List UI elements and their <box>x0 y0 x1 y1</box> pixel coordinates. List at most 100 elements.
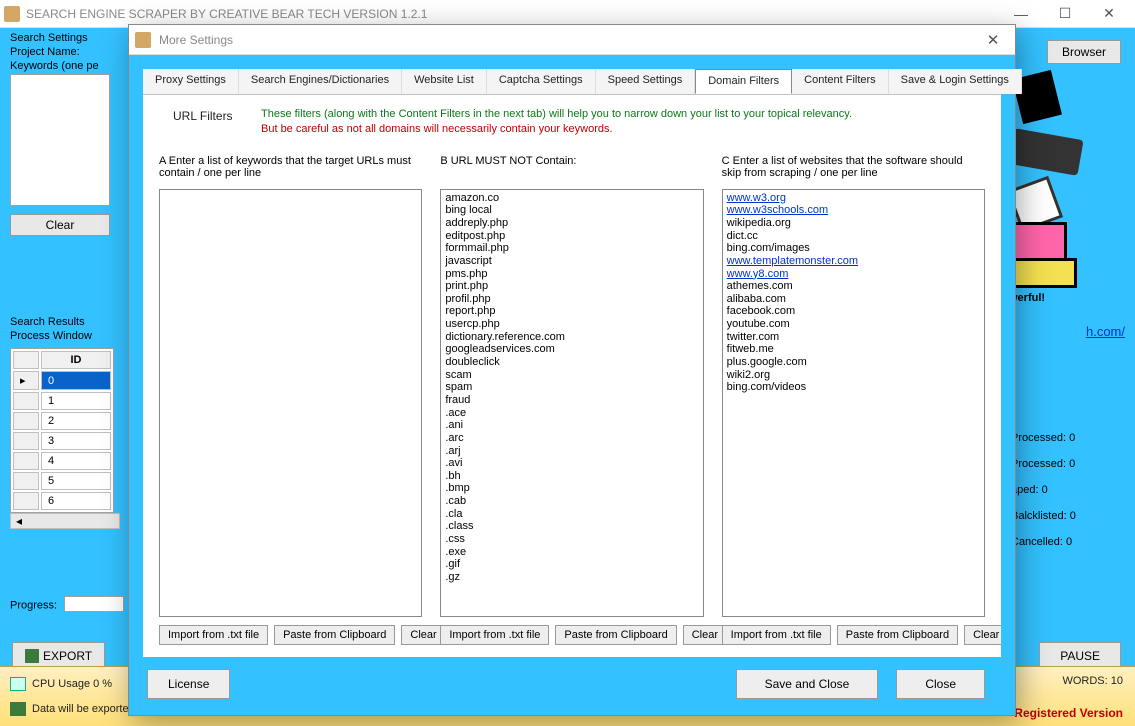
progress-field[interactable] <box>64 596 124 612</box>
list-item[interactable]: javascript <box>445 255 698 268</box>
col-c-import-button[interactable]: Import from .txt file <box>722 625 831 645</box>
list-item[interactable]: .cla <box>445 508 698 521</box>
list-item[interactable]: youtube.com <box>727 318 980 331</box>
list-item[interactable]: twitter.com <box>727 331 980 344</box>
list-item[interactable]: facebook.com <box>727 305 980 318</box>
list-item[interactable]: bing local <box>445 204 698 217</box>
cpu-usage-label: CPU Usage 0 % <box>32 678 112 690</box>
list-item[interactable]: dict.cc <box>727 230 980 243</box>
column-b-listbox[interactable]: amazon.cobing localaddreply.phpeditpost.… <box>440 189 703 617</box>
tab-proxy-settings[interactable]: Proxy Settings <box>143 69 239 94</box>
tab-save-login-settings[interactable]: Save & Login Settings <box>889 69 1022 94</box>
close-button[interactable]: Close <box>896 669 985 699</box>
dialog-close-button[interactable]: ✕ <box>977 31 1009 49</box>
stats-scraped: aped: 0 <box>1011 484 1121 496</box>
list-item[interactable]: bing.com/videos <box>727 381 980 394</box>
column-c-label: C Enter a list of websites that the soft… <box>722 155 985 185</box>
clear-keywords-button[interactable]: Clear <box>10 214 110 236</box>
tab-strip: Proxy Settings Search Engines/Dictionari… <box>143 69 1001 95</box>
id-column-header[interactable]: ID <box>41 351 111 369</box>
list-item[interactable]: www.w3.org <box>727 192 980 205</box>
list-item[interactable]: wikipedia.org <box>727 217 980 230</box>
col-b-clear-button[interactable]: Clear <box>683 625 727 645</box>
stats-cancelled: Cancelled: 0 <box>1011 536 1121 548</box>
list-item[interactable]: www.w3schools.com <box>727 204 980 217</box>
list-item[interactable]: editpost.php <box>445 230 698 243</box>
list-item[interactable]: www.templatemonster.com <box>727 255 980 268</box>
cpu-icon <box>10 677 26 691</box>
list-item[interactable]: scam <box>445 369 698 382</box>
table-row[interactable]: 3 <box>41 432 111 450</box>
tab-speed-settings[interactable]: Speed Settings <box>596 69 696 94</box>
tab-website-list[interactable]: Website List <box>402 69 487 94</box>
list-item[interactable]: wiki2.org <box>727 369 980 382</box>
col-a-import-button[interactable]: Import from .txt file <box>159 625 268 645</box>
list-item[interactable]: www.y8.com <box>727 268 980 281</box>
table-row[interactable]: 5 <box>41 472 111 490</box>
column-c-listbox[interactable]: www.w3.orgwww.w3schools.comwikipedia.org… <box>722 189 985 617</box>
list-item[interactable]: spam <box>445 381 698 394</box>
registered-version-label: Registered Version <box>1014 706 1123 720</box>
list-item[interactable]: .avi <box>445 457 698 470</box>
horizontal-scrollbar[interactable]: ◂ <box>10 513 120 529</box>
list-item[interactable]: print.php <box>445 280 698 293</box>
list-item[interactable]: profil.php <box>445 293 698 306</box>
excel-icon <box>25 649 39 663</box>
list-item[interactable]: .ani <box>445 419 698 432</box>
list-item[interactable]: bing.com/images <box>727 242 980 255</box>
column-a-listbox[interactable] <box>159 189 422 617</box>
list-item[interactable]: usercp.php <box>445 318 698 331</box>
list-item[interactable]: plus.google.com <box>727 356 980 369</box>
tab-domain-filters[interactable]: Domain Filters <box>695 69 792 94</box>
tab-content-filters[interactable]: Content Filters <box>792 69 889 94</box>
list-item[interactable]: doubleclick <box>445 356 698 369</box>
browser-button[interactable]: Browser <box>1047 40 1121 64</box>
save-and-close-button[interactable]: Save and Close <box>736 669 879 699</box>
license-button[interactable]: License <box>147 669 230 699</box>
search-results-legend: Search Results <box>10 316 120 328</box>
list-item[interactable]: fraud <box>445 394 698 407</box>
keywords-textbox[interactable] <box>10 74 110 206</box>
list-item[interactable]: .gif <box>445 558 698 571</box>
col-b-paste-button[interactable]: Paste from Clipboard <box>555 625 676 645</box>
tab-search-engines[interactable]: Search Engines/Dictionaries <box>239 69 402 94</box>
list-item[interactable]: .css <box>445 533 698 546</box>
list-item[interactable]: formmail.php <box>445 242 698 255</box>
list-item[interactable]: alibaba.com <box>727 293 980 306</box>
col-c-paste-button[interactable]: Paste from Clipboard <box>837 625 958 645</box>
col-b-import-button[interactable]: Import from .txt file <box>440 625 549 645</box>
table-row[interactable]: 4 <box>41 452 111 470</box>
list-item[interactable]: dictionary.reference.com <box>445 331 698 344</box>
table-row[interactable]: 2 <box>41 412 111 430</box>
list-item[interactable]: .gz <box>445 571 698 584</box>
list-item[interactable]: report.php <box>445 305 698 318</box>
dialog-titlebar[interactable]: More Settings ✕ <box>129 25 1015 55</box>
list-item[interactable]: pms.php <box>445 268 698 281</box>
table-row[interactable]: 6 <box>41 492 111 510</box>
tab-captcha-settings[interactable]: Captcha Settings <box>487 69 596 94</box>
list-item[interactable]: fitweb.me <box>727 343 980 356</box>
table-row[interactable]: 1 <box>41 392 111 410</box>
col-a-paste-button[interactable]: Paste from Clipboard <box>274 625 395 645</box>
list-item[interactable]: .bh <box>445 470 698 483</box>
list-item[interactable]: .class <box>445 520 698 533</box>
list-item[interactable]: googleadservices.com <box>445 343 698 356</box>
list-item[interactable]: athemes.com <box>727 280 980 293</box>
list-item[interactable]: .cab <box>445 495 698 508</box>
list-item[interactable]: .bmp <box>445 482 698 495</box>
close-window-button[interactable]: ✕ <box>1087 0 1131 28</box>
bg-link[interactable]: h.com/ <box>1086 324 1125 339</box>
column-b: B URL MUST NOT Contain: amazon.cobing lo… <box>440 155 703 645</box>
col-c-clear-button[interactable]: Clear <box>964 625 1001 645</box>
list-item[interactable]: .exe <box>445 546 698 559</box>
list-item[interactable]: addreply.php <box>445 217 698 230</box>
list-item[interactable]: amazon.co <box>445 192 698 205</box>
list-item[interactable]: .arj <box>445 445 698 458</box>
table-row[interactable]: 0 <box>41 371 111 390</box>
list-item[interactable]: .ace <box>445 407 698 420</box>
col-a-clear-button[interactable]: Clear <box>401 625 445 645</box>
row-pointer: ▸ <box>13 371 39 390</box>
maximize-button[interactable]: ☐ <box>1043 0 1087 28</box>
list-item[interactable]: .arc <box>445 432 698 445</box>
results-grid[interactable]: ID ▸0 1 2 3 4 5 6 <box>10 348 114 513</box>
